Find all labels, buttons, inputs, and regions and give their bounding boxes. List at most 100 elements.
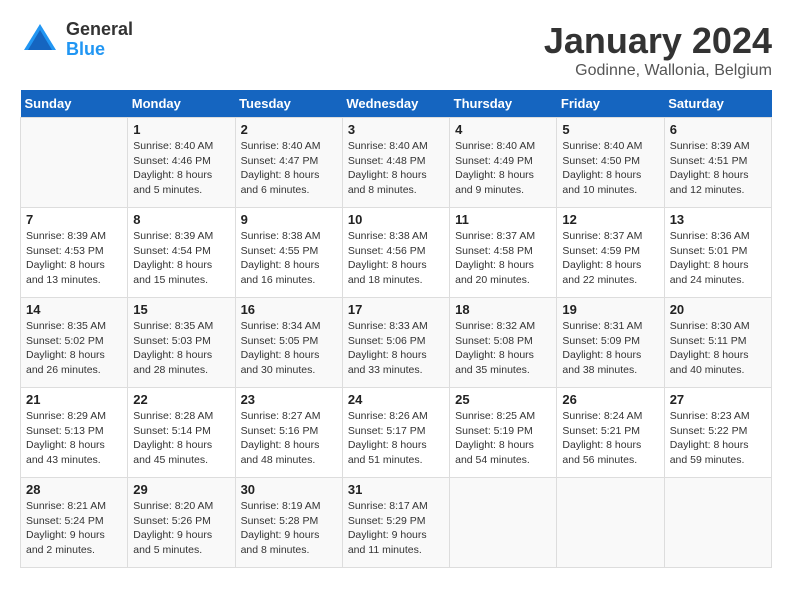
day-info: Sunrise: 8:35 AMSunset: 5:03 PMDaylight:… <box>133 320 213 376</box>
day-number: 25 <box>455 392 551 407</box>
day-cell: 21 Sunrise: 8:29 AMSunset: 5:13 PMDaylig… <box>21 388 128 478</box>
weekday-saturday: Saturday <box>664 90 771 118</box>
day-info: Sunrise: 8:34 AMSunset: 5:05 PMDaylight:… <box>241 320 321 376</box>
day-number: 16 <box>241 302 337 317</box>
day-info: Sunrise: 8:29 AMSunset: 5:13 PMDaylight:… <box>26 410 106 466</box>
day-cell: 16 Sunrise: 8:34 AMSunset: 5:05 PMDaylig… <box>235 298 342 388</box>
week-row-3: 14 Sunrise: 8:35 AMSunset: 5:02 PMDaylig… <box>21 298 772 388</box>
day-cell: 1 Sunrise: 8:40 AMSunset: 4:46 PMDayligh… <box>128 118 235 208</box>
day-cell: 20 Sunrise: 8:30 AMSunset: 5:11 PMDaylig… <box>664 298 771 388</box>
day-info: Sunrise: 8:30 AMSunset: 5:11 PMDaylight:… <box>670 320 750 376</box>
day-info: Sunrise: 8:40 AMSunset: 4:48 PMDaylight:… <box>348 140 428 196</box>
day-info: Sunrise: 8:37 AMSunset: 4:59 PMDaylight:… <box>562 230 642 286</box>
day-cell: 19 Sunrise: 8:31 AMSunset: 5:09 PMDaylig… <box>557 298 664 388</box>
day-cell <box>21 118 128 208</box>
day-cell: 26 Sunrise: 8:24 AMSunset: 5:21 PMDaylig… <box>557 388 664 478</box>
day-info: Sunrise: 8:40 AMSunset: 4:46 PMDaylight:… <box>133 140 213 196</box>
day-number: 31 <box>348 482 444 497</box>
calendar-table: SundayMondayTuesdayWednesdayThursdayFrid… <box>20 90 772 568</box>
week-row-2: 7 Sunrise: 8:39 AMSunset: 4:53 PMDayligh… <box>21 208 772 298</box>
day-cell: 10 Sunrise: 8:38 AMSunset: 4:56 PMDaylig… <box>342 208 449 298</box>
week-row-4: 21 Sunrise: 8:29 AMSunset: 5:13 PMDaylig… <box>21 388 772 478</box>
day-info: Sunrise: 8:40 AMSunset: 4:50 PMDaylight:… <box>562 140 642 196</box>
day-cell: 11 Sunrise: 8:37 AMSunset: 4:58 PMDaylig… <box>450 208 557 298</box>
day-cell: 22 Sunrise: 8:28 AMSunset: 5:14 PMDaylig… <box>128 388 235 478</box>
title-block: January 2024 Godinne, Wallonia, Belgium <box>544 20 772 80</box>
day-cell: 8 Sunrise: 8:39 AMSunset: 4:54 PMDayligh… <box>128 208 235 298</box>
location-title: Godinne, Wallonia, Belgium <box>544 62 772 80</box>
weekday-thursday: Thursday <box>450 90 557 118</box>
day-info: Sunrise: 8:35 AMSunset: 5:02 PMDaylight:… <box>26 320 106 376</box>
day-number: 7 <box>26 212 122 227</box>
day-info: Sunrise: 8:40 AMSunset: 4:47 PMDaylight:… <box>241 140 321 196</box>
day-cell: 15 Sunrise: 8:35 AMSunset: 5:03 PMDaylig… <box>128 298 235 388</box>
weekday-tuesday: Tuesday <box>235 90 342 118</box>
day-number: 19 <box>562 302 658 317</box>
week-row-5: 28 Sunrise: 8:21 AMSunset: 5:24 PMDaylig… <box>21 478 772 568</box>
day-cell: 24 Sunrise: 8:26 AMSunset: 5:17 PMDaylig… <box>342 388 449 478</box>
day-number: 1 <box>133 122 229 137</box>
day-number: 22 <box>133 392 229 407</box>
logo: General Blue <box>20 20 133 60</box>
day-info: Sunrise: 8:26 AMSunset: 5:17 PMDaylight:… <box>348 410 428 466</box>
day-number: 9 <box>241 212 337 227</box>
day-number: 2 <box>241 122 337 137</box>
day-info: Sunrise: 8:38 AMSunset: 4:55 PMDaylight:… <box>241 230 321 286</box>
day-number: 29 <box>133 482 229 497</box>
day-info: Sunrise: 8:19 AMSunset: 5:28 PMDaylight:… <box>241 500 321 556</box>
week-row-1: 1 Sunrise: 8:40 AMSunset: 4:46 PMDayligh… <box>21 118 772 208</box>
day-number: 21 <box>26 392 122 407</box>
day-info: Sunrise: 8:37 AMSunset: 4:58 PMDaylight:… <box>455 230 535 286</box>
day-number: 17 <box>348 302 444 317</box>
day-number: 5 <box>562 122 658 137</box>
day-cell: 13 Sunrise: 8:36 AMSunset: 5:01 PMDaylig… <box>664 208 771 298</box>
day-info: Sunrise: 8:23 AMSunset: 5:22 PMDaylight:… <box>670 410 750 466</box>
day-number: 8 <box>133 212 229 227</box>
logo-text: General Blue <box>66 20 133 60</box>
day-info: Sunrise: 8:33 AMSunset: 5:06 PMDaylight:… <box>348 320 428 376</box>
day-cell: 2 Sunrise: 8:40 AMSunset: 4:47 PMDayligh… <box>235 118 342 208</box>
day-cell: 7 Sunrise: 8:39 AMSunset: 4:53 PMDayligh… <box>21 208 128 298</box>
day-cell: 23 Sunrise: 8:27 AMSunset: 5:16 PMDaylig… <box>235 388 342 478</box>
weekday-sunday: Sunday <box>21 90 128 118</box>
day-cell: 4 Sunrise: 8:40 AMSunset: 4:49 PMDayligh… <box>450 118 557 208</box>
day-number: 4 <box>455 122 551 137</box>
day-cell: 30 Sunrise: 8:19 AMSunset: 5:28 PMDaylig… <box>235 478 342 568</box>
day-info: Sunrise: 8:28 AMSunset: 5:14 PMDaylight:… <box>133 410 213 466</box>
page-header: General Blue January 2024 Godinne, Wallo… <box>20 20 772 80</box>
day-number: 14 <box>26 302 122 317</box>
day-cell <box>450 478 557 568</box>
day-cell: 3 Sunrise: 8:40 AMSunset: 4:48 PMDayligh… <box>342 118 449 208</box>
day-number: 27 <box>670 392 766 407</box>
day-info: Sunrise: 8:31 AMSunset: 5:09 PMDaylight:… <box>562 320 642 376</box>
logo-blue: Blue <box>66 40 133 60</box>
day-info: Sunrise: 8:32 AMSunset: 5:08 PMDaylight:… <box>455 320 535 376</box>
day-info: Sunrise: 8:17 AMSunset: 5:29 PMDaylight:… <box>348 500 428 556</box>
day-number: 18 <box>455 302 551 317</box>
day-info: Sunrise: 8:40 AMSunset: 4:49 PMDaylight:… <box>455 140 535 196</box>
day-info: Sunrise: 8:24 AMSunset: 5:21 PMDaylight:… <box>562 410 642 466</box>
day-info: Sunrise: 8:39 AMSunset: 4:54 PMDaylight:… <box>133 230 213 286</box>
day-info: Sunrise: 8:20 AMSunset: 5:26 PMDaylight:… <box>133 500 213 556</box>
day-number: 12 <box>562 212 658 227</box>
day-info: Sunrise: 8:39 AMSunset: 4:51 PMDaylight:… <box>670 140 750 196</box>
day-number: 15 <box>133 302 229 317</box>
day-cell <box>557 478 664 568</box>
weekday-friday: Friday <box>557 90 664 118</box>
day-cell: 9 Sunrise: 8:38 AMSunset: 4:55 PMDayligh… <box>235 208 342 298</box>
day-number: 20 <box>670 302 766 317</box>
day-number: 10 <box>348 212 444 227</box>
weekday-wednesday: Wednesday <box>342 90 449 118</box>
day-cell: 14 Sunrise: 8:35 AMSunset: 5:02 PMDaylig… <box>21 298 128 388</box>
day-cell: 27 Sunrise: 8:23 AMSunset: 5:22 PMDaylig… <box>664 388 771 478</box>
day-cell: 17 Sunrise: 8:33 AMSunset: 5:06 PMDaylig… <box>342 298 449 388</box>
day-number: 24 <box>348 392 444 407</box>
day-number: 13 <box>670 212 766 227</box>
day-number: 26 <box>562 392 658 407</box>
day-number: 6 <box>670 122 766 137</box>
day-info: Sunrise: 8:36 AMSunset: 5:01 PMDaylight:… <box>670 230 750 286</box>
day-info: Sunrise: 8:27 AMSunset: 5:16 PMDaylight:… <box>241 410 321 466</box>
day-number: 28 <box>26 482 122 497</box>
day-number: 30 <box>241 482 337 497</box>
day-info: Sunrise: 8:39 AMSunset: 4:53 PMDaylight:… <box>26 230 106 286</box>
